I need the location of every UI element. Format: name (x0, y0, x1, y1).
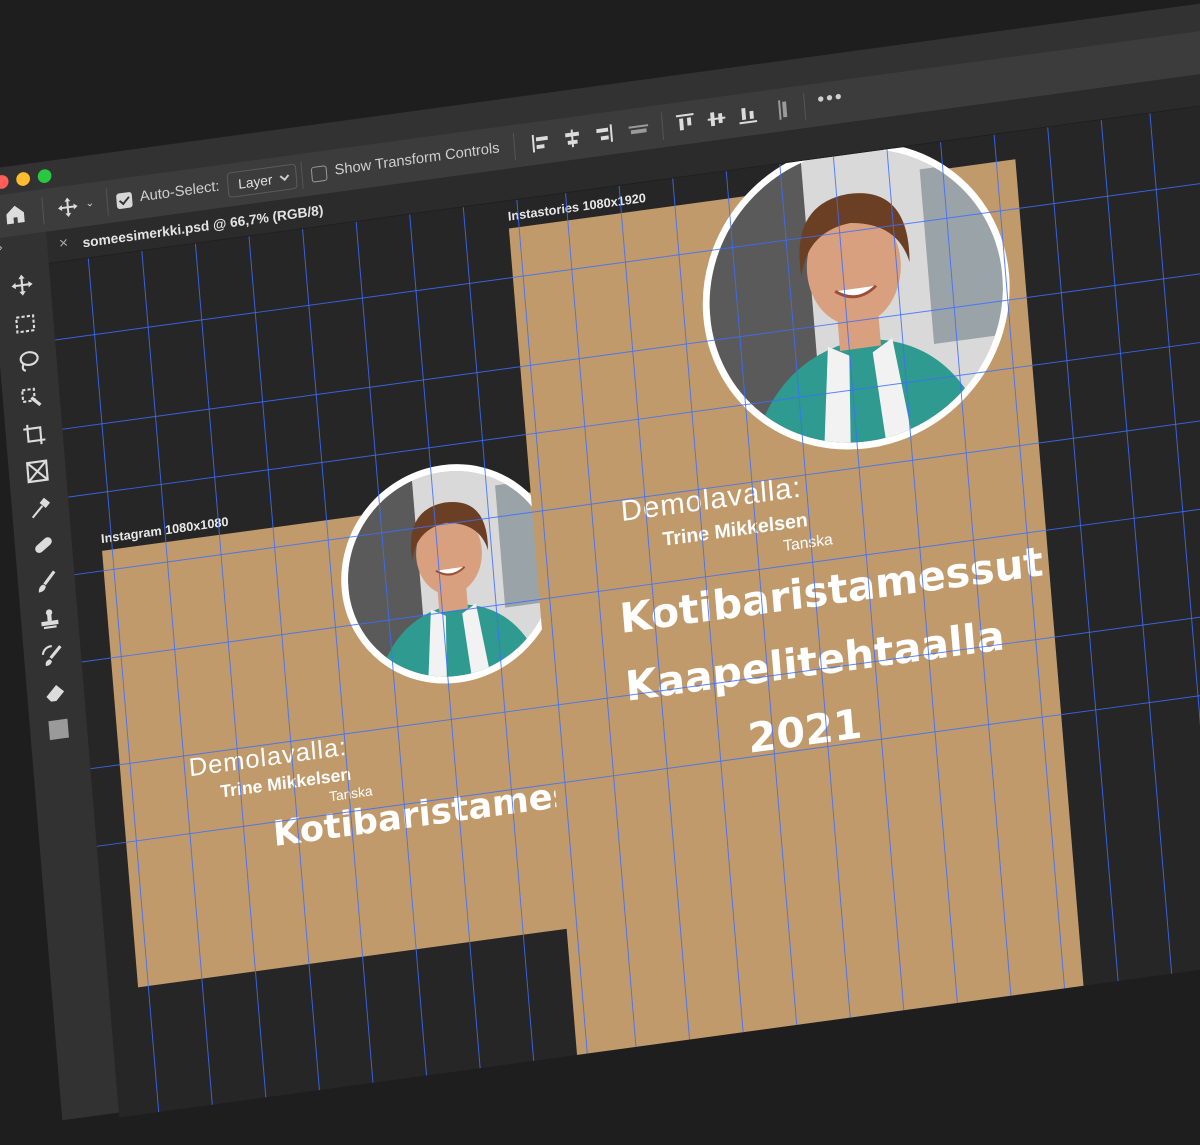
stories-artboard[interactable]: Demolavalla: Trine Mikkelsen Tanska Koti… (508, 122, 1086, 1083)
separator (41, 197, 45, 225)
crop-icon (23, 424, 46, 445)
align-right-icon (596, 124, 614, 142)
instagram-artboard[interactable]: Demolavalla: Trine Mikkelsen Tanska Koti… (102, 450, 637, 988)
align-right-button[interactable] (591, 121, 616, 147)
crop-tool[interactable] (21, 420, 48, 449)
stamp-icon (41, 609, 59, 630)
healing-icon (35, 537, 52, 553)
home-icon (6, 205, 25, 225)
close-document-icon[interactable]: × (58, 235, 69, 254)
distribute-vertical-icon (778, 100, 788, 120)
eraser-icon (46, 685, 65, 702)
align-horizontal-center-icon (565, 129, 580, 148)
guide-line (1097, 81, 1179, 1052)
history-brush-icon (41, 645, 62, 667)
collapse-panel-icon[interactable]: » (0, 242, 3, 254)
align-top-button[interactable] (673, 110, 698, 136)
eyedropper-icon (31, 497, 51, 519)
brush-tool[interactable] (33, 568, 60, 597)
separator (105, 188, 109, 216)
auto-select-checkbox[interactable] (115, 191, 133, 210)
show-transform-checkbox[interactable] (310, 165, 328, 183)
align-top-icon (675, 113, 694, 131)
healing-tool[interactable] (30, 531, 57, 560)
move-icon (58, 197, 78, 217)
speaker-portrait (340, 458, 562, 690)
align-bottom-icon (739, 107, 758, 125)
guide-line (1146, 74, 1200, 1045)
minimize-window-button[interactable] (15, 171, 31, 187)
separator (660, 112, 665, 140)
auto-select-target-select[interactable]: Layer (226, 163, 298, 199)
frame-tool[interactable] (24, 457, 51, 486)
home-button[interactable] (3, 201, 28, 227)
align-bottom-button[interactable] (735, 101, 760, 127)
distribute-button[interactable] (626, 116, 651, 142)
align-vertical-center-icon (707, 112, 726, 127)
zoom-window-button[interactable] (37, 168, 52, 184)
photoshop-window: ⌄ Auto-Select: Layer Show Transform Cont… (0, 0, 1200, 1121)
align-center-button[interactable] (560, 125, 585, 151)
photoshop-screen: ⌄ Auto-Select: Layer Show Transform Cont… (0, 0, 1200, 1145)
gradient-tool[interactable] (45, 715, 72, 744)
quick-select-icon (21, 387, 42, 407)
separator (512, 132, 517, 160)
stories-title-line3: 2021 (745, 699, 864, 763)
auto-select-label: Auto-Select: (139, 177, 221, 206)
gradient-icon (48, 718, 69, 741)
move-icon (11, 274, 33, 296)
stories-speaker-country: Tanska (782, 531, 834, 555)
quick-select-tool[interactable] (18, 383, 45, 412)
history-brush-tool[interactable] (39, 641, 66, 670)
close-window-button[interactable] (0, 174, 10, 190)
separator (300, 161, 304, 189)
stories-speaker-photo (690, 122, 1022, 469)
marquee-tool[interactable] (12, 310, 39, 339)
marquee-icon (15, 314, 36, 334)
lasso-tool[interactable] (15, 346, 42, 375)
frame-icon (25, 459, 49, 484)
distribute-icon (628, 124, 649, 135)
stamp-tool[interactable] (36, 604, 63, 633)
distribute-vertical-button[interactable] (770, 96, 795, 122)
align-left-button[interactable] (529, 129, 554, 155)
eyedropper-tool[interactable] (27, 494, 54, 523)
chevron-down-icon[interactable]: ⌄ (85, 196, 95, 210)
align-left-icon (531, 134, 548, 153)
separator (803, 93, 807, 121)
move-tool[interactable] (8, 271, 35, 300)
move-tool-preset-button[interactable] (55, 194, 80, 220)
brush-icon (38, 570, 56, 593)
align-middle-button[interactable] (704, 105, 729, 131)
more-icon[interactable]: ••• (817, 86, 845, 112)
eraser-tool[interactable] (42, 678, 69, 707)
lasso-icon (19, 351, 39, 372)
